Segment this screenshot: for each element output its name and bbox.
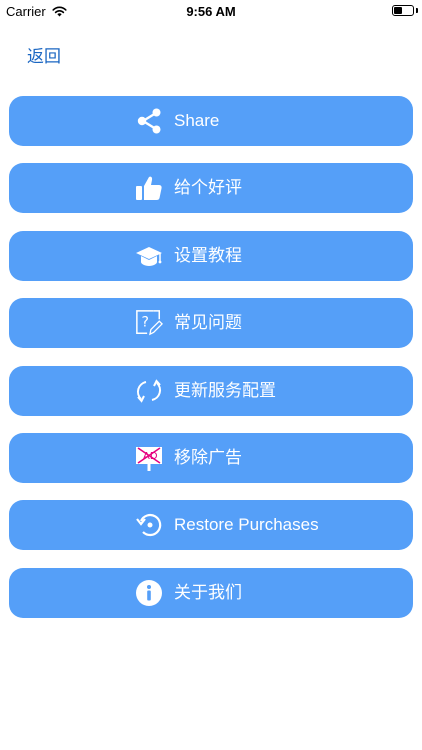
battery-icon bbox=[392, 5, 414, 16]
refresh-icon bbox=[135, 377, 163, 405]
battery-level bbox=[394, 7, 403, 14]
update-config-label: 更新服务配置 bbox=[174, 380, 276, 400]
rate-app-button[interactable]: 给个好评 bbox=[9, 163, 413, 214]
share-button[interactable]: Share bbox=[9, 96, 413, 146]
rate-app-label: 给个好评 bbox=[174, 178, 242, 198]
graduation-cap-icon bbox=[135, 242, 163, 270]
status-bar: Carrier 9:56 AM bbox=[0, 0, 422, 22]
remove-ad-icon: AD bbox=[135, 444, 163, 472]
update-config-button[interactable]: 更新服务配置 bbox=[9, 365, 413, 416]
restore-icon bbox=[135, 511, 163, 539]
faq-button[interactable]: ? 常见问题 bbox=[9, 298, 413, 349]
restore-purchases-label: Restore Purchases bbox=[174, 515, 319, 535]
battery-tip bbox=[416, 8, 418, 13]
help-edit-icon: ? bbox=[135, 309, 163, 337]
about-us-label: 关于我们 bbox=[174, 582, 242, 602]
faq-label: 常见问题 bbox=[174, 313, 242, 333]
about-us-button[interactable]: 关于我们 bbox=[9, 567, 413, 618]
back-button[interactable]: 返回 bbox=[27, 42, 61, 67]
thumbs-up-icon bbox=[135, 174, 163, 202]
info-icon bbox=[135, 579, 163, 607]
share-icon bbox=[135, 107, 163, 135]
share-label: Share bbox=[174, 111, 220, 130]
status-time: 9:56 AM bbox=[186, 4, 236, 19]
menu-list: Share 给个好评 设置教程 ? 常见问题 更新服务配置 移除广告 Resto… bbox=[9, 96, 413, 635]
tutorial-label: 设置教程 bbox=[174, 245, 242, 265]
svg-text:?: ? bbox=[142, 315, 149, 331]
remove-ads-button[interactable]: AD 移除广告 bbox=[9, 432, 413, 483]
remove-ads-label: 移除广告 bbox=[174, 447, 242, 467]
tutorial-button[interactable]: 设置教程 bbox=[9, 230, 413, 281]
restore-purchases-button[interactable]: Restore Purchases bbox=[9, 500, 413, 551]
